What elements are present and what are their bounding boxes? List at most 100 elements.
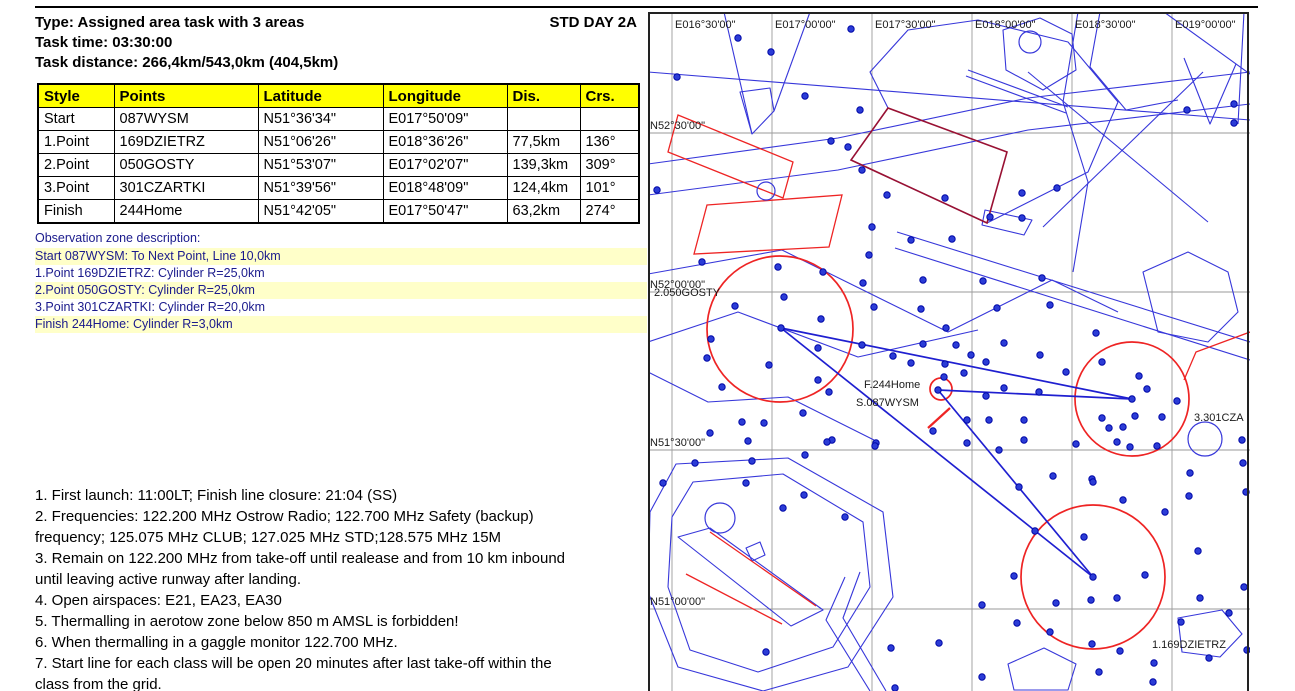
- observation-zone-block: Observation zone description: Start 087W…: [35, 231, 647, 333]
- waypoint-dot: [1014, 620, 1020, 626]
- briefing-note-line: frequency; 125.075 MHz CLUB; 127.025 MHz…: [35, 527, 650, 548]
- table-cell: 087WYSM: [114, 108, 258, 131]
- waypoint-dot: [983, 393, 989, 399]
- table-cell: 309°: [580, 154, 639, 177]
- table-cell: E017°50'09": [383, 108, 507, 131]
- waypoint-dot: [859, 167, 865, 173]
- table-cell: 244Home: [114, 200, 258, 224]
- waypoint-dot: [1096, 669, 1102, 675]
- waypoint-dot: [800, 410, 806, 416]
- waypoint-dot: [1231, 120, 1237, 126]
- table-cell: [580, 108, 639, 131]
- waypoint-dot: [745, 438, 751, 444]
- waypoint-dot: [884, 192, 890, 198]
- latitude-label: N51°30'00": [650, 437, 705, 449]
- waypoint-dot: [824, 439, 830, 445]
- table-cell: 274°: [580, 200, 639, 224]
- waypoint-dot: [1063, 369, 1069, 375]
- waypoint-dot: [1244, 647, 1250, 653]
- observation-zone-line: 3.Point 301CZARTKI: Cylinder R=20,0km: [35, 299, 647, 316]
- waypoint-dot: [1090, 574, 1096, 580]
- task-type-line: Type: Assigned area task with 3 areas ST…: [35, 14, 637, 31]
- day-label: STD DAY 2A: [549, 14, 637, 31]
- table-cell: N51°42'05": [258, 200, 383, 224]
- observation-zone-line: Start 087WYSM: To Next Point, Line 10,0k…: [35, 248, 647, 265]
- task-type-text: Type: Assigned area task with 3 areas: [35, 14, 304, 31]
- waypoint-dot: [872, 443, 878, 449]
- waypoint-dot: [1001, 385, 1007, 391]
- briefing-note-line: 1. First launch: 11:00LT; Finish line cl…: [35, 485, 650, 506]
- page-title: Task Information: [35, 0, 163, 5]
- turnpoint-table: StylePointsLatitudeLongitudeDis.Crs. Sta…: [37, 83, 640, 224]
- waypoint-dot: [888, 645, 894, 651]
- turnpoint-label: F.244Home: [864, 379, 920, 391]
- waypoint-dot: [1226, 610, 1232, 616]
- waypoint-dot: [987, 214, 993, 220]
- table-cell: 1.Point: [38, 131, 114, 154]
- waypoint-dot: [1197, 595, 1203, 601]
- waypoint-dot: [996, 447, 1002, 453]
- table-cell: 2.Point: [38, 154, 114, 177]
- table-cell: 050GOSTY: [114, 154, 258, 177]
- waypoint-dot: [1099, 359, 1105, 365]
- waypoint-dot: [692, 460, 698, 466]
- waypoint-dot: [802, 93, 808, 99]
- waypoint-dot: [986, 417, 992, 423]
- waypoint-dot: [826, 389, 832, 395]
- observation-zone-line: 2.Point 050GOSTY: Cylinder R=25,0km: [35, 282, 647, 299]
- longitude-label: E018°00'00": [975, 19, 1036, 31]
- waypoint-dot: [1054, 185, 1060, 191]
- waypoint-dot: [1019, 190, 1025, 196]
- table-cell: Start: [38, 108, 114, 131]
- waypoint-dot: [768, 49, 774, 55]
- waypoint-dot: [1241, 584, 1247, 590]
- table-row: 2.Point050GOSTYN51°53'07"E017°02'07"139,…: [38, 154, 639, 177]
- waypoint-dot: [1142, 572, 1148, 578]
- latitude-label: N51°00'00": [650, 596, 705, 608]
- table-cell: 139,3km: [507, 154, 580, 177]
- briefing-note-line: until leaving active runway after landin…: [35, 569, 650, 590]
- table-column-header: Style: [38, 84, 114, 108]
- waypoint-dot: [920, 277, 926, 283]
- table-cell: N51°36'34": [258, 108, 383, 131]
- waypoint-dot: [845, 144, 851, 150]
- waypoint-dot: [1021, 417, 1027, 423]
- waypoint-dot: [660, 480, 666, 486]
- waypoint-dot: [775, 264, 781, 270]
- waypoint-dot: [1186, 493, 1192, 499]
- table-row: 3.Point301CZARTKIN51°39'56"E018°48'09"12…: [38, 177, 639, 200]
- waypoint-dot: [778, 325, 784, 331]
- briefing-notes: 1. First launch: 11:00LT; Finish line cl…: [35, 485, 650, 691]
- waypoint-dot: [818, 316, 824, 322]
- waypoint-dot: [815, 345, 821, 351]
- waypoint-dot: [935, 387, 941, 393]
- waypoint-dot: [1136, 373, 1142, 379]
- waypoint-dot: [1174, 398, 1180, 404]
- waypoint-dot: [1239, 437, 1245, 443]
- waypoint-dot: [983, 359, 989, 365]
- table-row: 1.Point169DZIETRZN51°06'26"E018°36'26"77…: [38, 131, 639, 154]
- waypoint-dot: [1011, 573, 1017, 579]
- waypoint-dot: [1114, 439, 1120, 445]
- waypoint-dot: [866, 252, 872, 258]
- table-cell: 124,4km: [507, 177, 580, 200]
- longitude-label: E019°00'00": [1175, 19, 1236, 31]
- waypoint-dot: [801, 492, 807, 498]
- observation-zone-line: 1.Point 169DZIETRZ: Cylinder R=25,0km: [35, 265, 647, 282]
- waypoint-dot: [820, 269, 826, 275]
- table-cell: N51°39'56": [258, 177, 383, 200]
- waypoint-dot: [1178, 619, 1184, 625]
- waypoint-dot: [943, 325, 949, 331]
- page-date: WGC Ostrów 2019-07-09: [1073, 0, 1258, 5]
- waypoint-dot: [828, 138, 834, 144]
- waypoint-dot: [1159, 414, 1165, 420]
- longitude-label: E016°30'00": [675, 19, 736, 31]
- waypoint-dot: [1093, 330, 1099, 336]
- waypoint-dot: [1088, 597, 1094, 603]
- turnpoint-label: 1.169DZIETRZ: [1152, 639, 1226, 651]
- waypoint-dot: [761, 420, 767, 426]
- waypoint-dot: [1127, 444, 1133, 450]
- table-cell: 301CZARTKI: [114, 177, 258, 200]
- table-cell: N51°06'26": [258, 131, 383, 154]
- observation-zone-line: Finish 244Home: Cylinder R=3,0km: [35, 316, 647, 333]
